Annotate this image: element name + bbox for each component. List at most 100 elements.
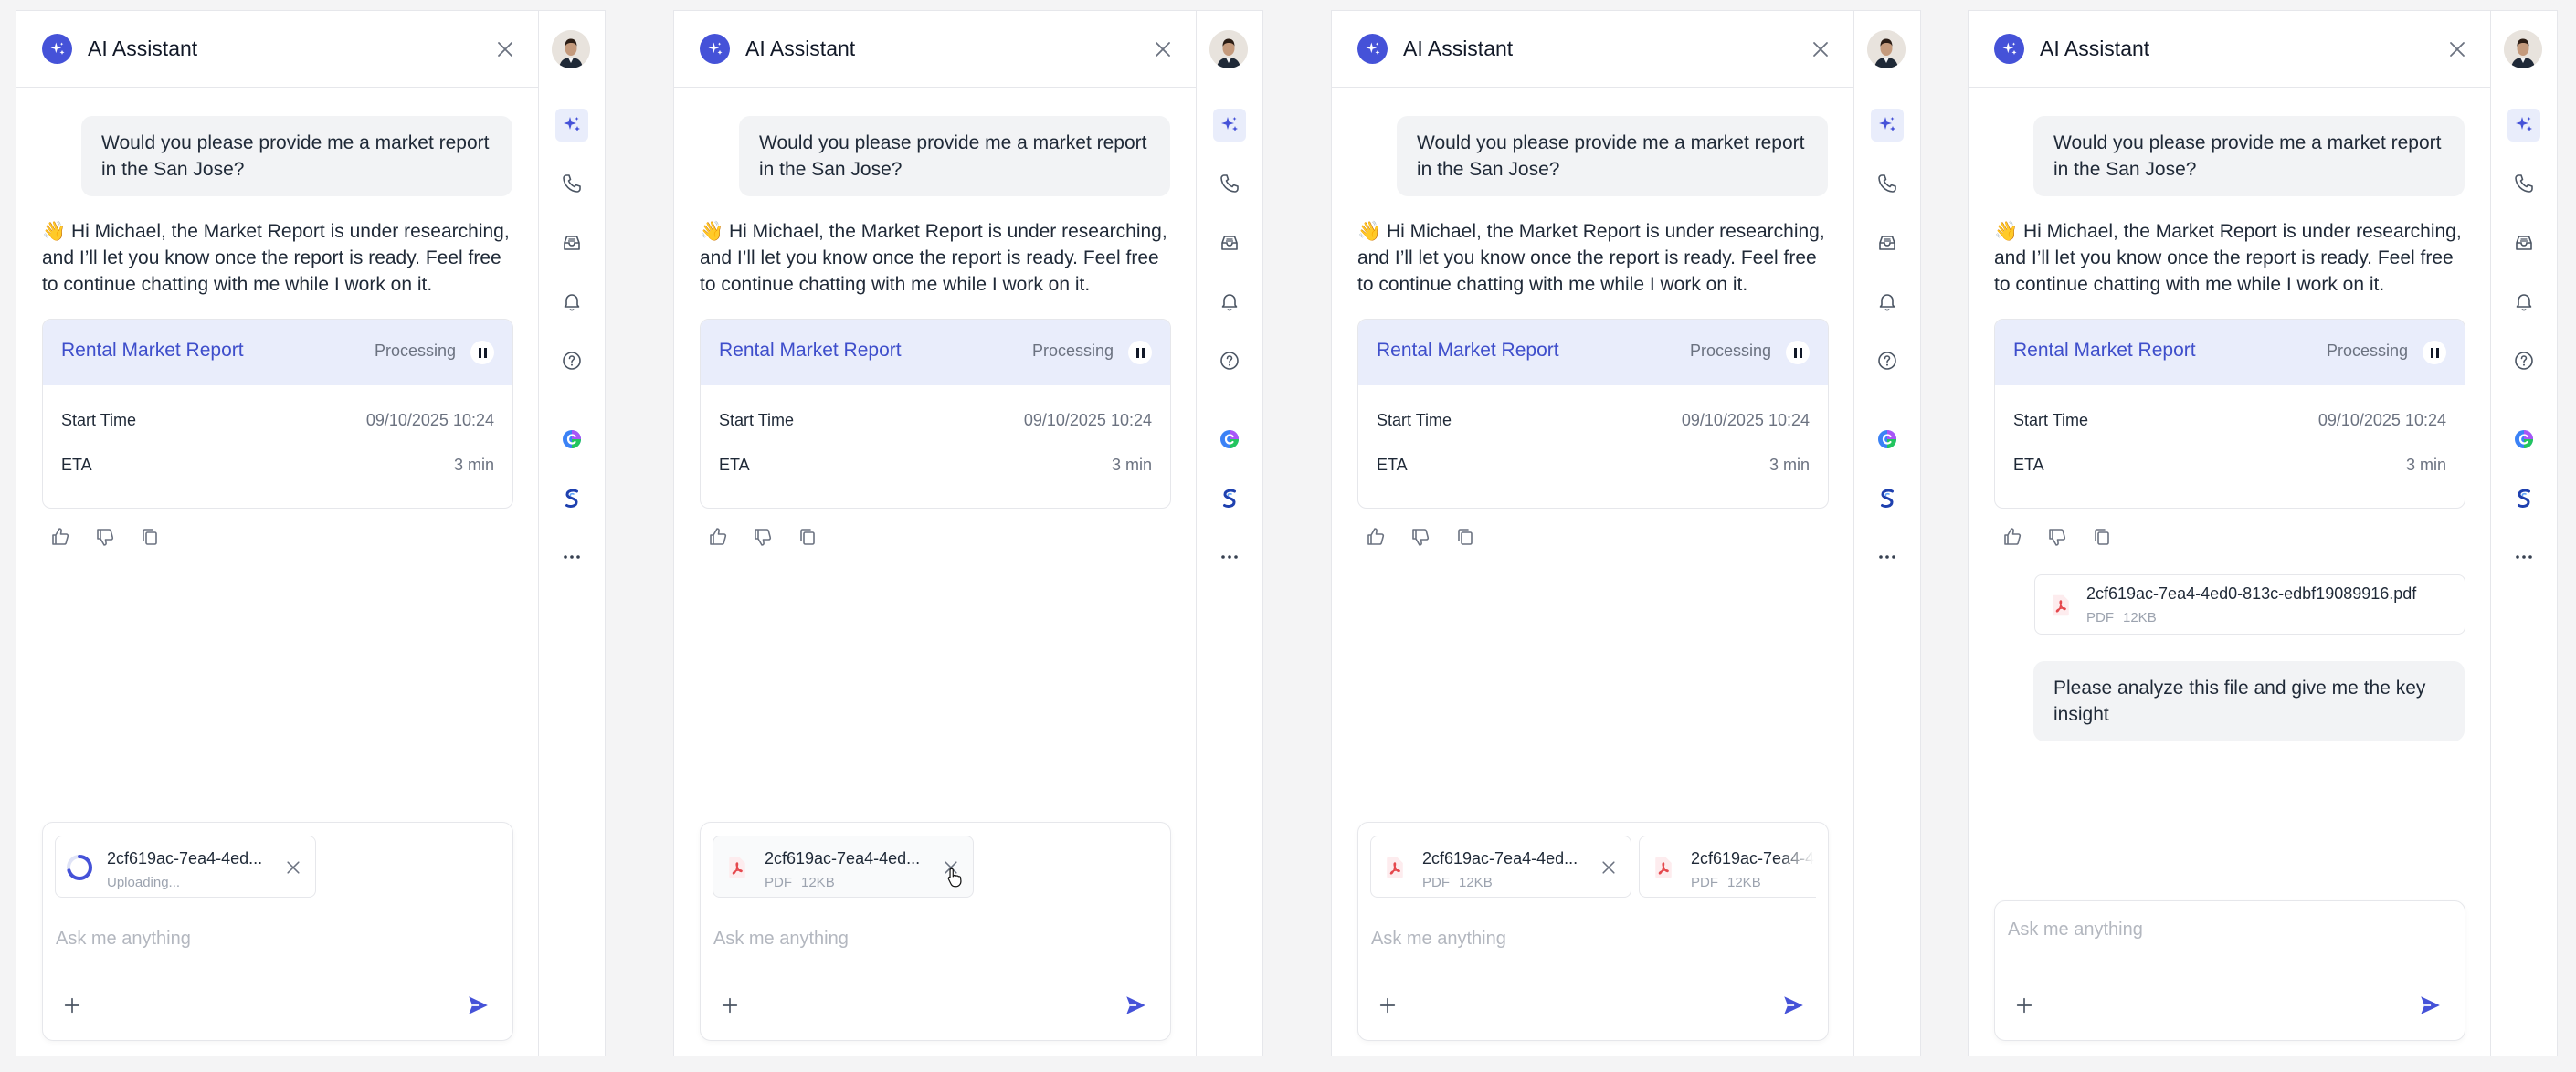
- chat-pane: AI Assistant Would you please provide me…: [1969, 11, 2491, 1056]
- report-status: Processing: [1031, 342, 1114, 360]
- avatar[interactable]: [2504, 30, 2542, 68]
- thumbs-down-icon[interactable]: [750, 524, 776, 550]
- copilot-app-icon[interactable]: [1871, 423, 1904, 456]
- phone-icon[interactable]: [555, 167, 588, 200]
- avatar[interactable]: [1867, 30, 1906, 68]
- sparkle-icon[interactable]: [1871, 109, 1904, 142]
- report-status-card[interactable]: Rental Market Report Processing Start Ti…: [700, 319, 1171, 509]
- s-app-icon[interactable]: [555, 482, 588, 515]
- thumbs-up-icon[interactable]: [1363, 524, 1388, 550]
- copy-icon[interactable]: [1452, 524, 1478, 550]
- pause-button[interactable]: [1128, 341, 1152, 364]
- thumbs-up-icon[interactable]: [705, 524, 731, 550]
- attachment-chip[interactable]: 2cf619ac-7ea4-4ed... PDF 12KB: [713, 836, 974, 898]
- add-attachment-icon[interactable]: [1377, 994, 1399, 1016]
- add-attachment-icon[interactable]: [719, 994, 741, 1016]
- start-time-label: Start Time: [2013, 411, 2089, 429]
- message-actions: [1363, 524, 1478, 550]
- avatar[interactable]: [552, 30, 590, 68]
- attachment-chips: 2cf619ac-7ea4-4ed... Uploading...: [55, 836, 501, 898]
- send-icon[interactable]: [465, 993, 491, 1018]
- remove-attachment-icon[interactable]: [1598, 857, 1620, 878]
- help-icon[interactable]: [555, 344, 588, 377]
- help-icon[interactable]: [2507, 344, 2540, 377]
- file-size: 12KB: [1459, 875, 1493, 890]
- s-app-icon[interactable]: [1871, 482, 1904, 515]
- message-input[interactable]: Ask me anything: [2008, 920, 2143, 941]
- message-input[interactable]: Ask me anything: [713, 929, 849, 950]
- send-icon[interactable]: [2417, 993, 2443, 1018]
- ai-logo-icon: [1357, 34, 1388, 64]
- bell-icon[interactable]: [2507, 285, 2540, 318]
- s-app-icon[interactable]: [2507, 482, 2540, 515]
- more-icon[interactable]: [1871, 541, 1904, 573]
- send-icon[interactable]: [1123, 993, 1148, 1018]
- more-icon[interactable]: [1213, 541, 1246, 573]
- report-title[interactable]: Rental Market Report: [2013, 340, 2196, 362]
- message-input[interactable]: Ask me anything: [1371, 929, 1506, 950]
- report-status-card[interactable]: Rental Market Report Processing Start Ti…: [1357, 319, 1829, 509]
- eta-value: 3 min: [1111, 456, 1152, 474]
- close-icon[interactable]: [2444, 37, 2470, 62]
- inbox-icon[interactable]: [1213, 226, 1246, 259]
- thumbs-down-icon[interactable]: [1408, 524, 1433, 550]
- report-status-card[interactable]: Rental Market Report Processing Start Ti…: [1994, 319, 2465, 509]
- sparkle-icon[interactable]: [2507, 109, 2540, 142]
- bell-icon[interactable]: [555, 285, 588, 318]
- message-input[interactable]: Ask me anything: [56, 929, 191, 950]
- phone-icon[interactable]: [1871, 167, 1904, 200]
- thumbs-up-icon[interactable]: [48, 524, 73, 550]
- chat-pane: AI Assistant Would you please provide me…: [1332, 11, 1854, 1056]
- inbox-icon[interactable]: [2507, 226, 2540, 259]
- phone-icon[interactable]: [2507, 167, 2540, 200]
- close-icon[interactable]: [1808, 37, 1833, 62]
- user-followup-bubble: Please analyze this file and give me the…: [2033, 661, 2465, 741]
- copilot-app-icon[interactable]: [2507, 423, 2540, 456]
- copy-icon[interactable]: [2089, 524, 2115, 550]
- help-icon[interactable]: [1871, 344, 1904, 377]
- copy-icon[interactable]: [137, 524, 163, 550]
- more-icon[interactable]: [2507, 541, 2540, 573]
- s-app-icon[interactable]: [1213, 482, 1246, 515]
- pause-button[interactable]: [2423, 341, 2446, 364]
- attachment-chip[interactable]: 2cf619ac-7ea4-4ed... PDF 12KB: [1370, 836, 1631, 898]
- attachment-name: 2cf619ac-7ea4-4ed...: [107, 849, 263, 867]
- bell-icon[interactable]: [1213, 285, 1246, 318]
- report-status-card[interactable]: Rental Market Report Processing Start Ti…: [42, 319, 513, 509]
- copy-icon[interactable]: [795, 524, 820, 550]
- sparkle-icon[interactable]: [1213, 109, 1246, 142]
- composer: Ask me anything: [1994, 900, 2465, 1041]
- help-icon[interactable]: [1213, 344, 1246, 377]
- send-icon[interactable]: [1780, 993, 1806, 1018]
- copilot-app-icon[interactable]: [555, 423, 588, 456]
- bell-icon[interactable]: [1871, 285, 1904, 318]
- attachment-chip-uploading: 2cf619ac-7ea4-4ed... Uploading...: [55, 836, 316, 898]
- inbox-icon[interactable]: [1871, 226, 1904, 259]
- thumbs-down-icon[interactable]: [92, 524, 118, 550]
- thumbs-up-icon[interactable]: [2000, 524, 2025, 550]
- report-title[interactable]: Rental Market Report: [61, 340, 244, 362]
- phone-icon[interactable]: [1213, 167, 1246, 200]
- report-status: Processing: [374, 342, 456, 360]
- pause-button[interactable]: [1786, 341, 1810, 364]
- close-icon[interactable]: [492, 37, 518, 62]
- pause-button[interactable]: [470, 341, 494, 364]
- ai-logo-icon: [700, 34, 730, 64]
- avatar[interactable]: [1209, 30, 1248, 68]
- add-attachment-icon[interactable]: [61, 994, 83, 1016]
- sparkle-icon[interactable]: [555, 109, 588, 142]
- report-title[interactable]: Rental Market Report: [1377, 340, 1559, 362]
- attachment-chip-second[interactable]: 2cf619ac-7ea4-4 PDF 12KB: [1639, 836, 1816, 898]
- add-attachment-icon[interactable]: [2013, 994, 2035, 1016]
- remove-attachment-icon[interactable]: [282, 857, 304, 878]
- file-type: PDF: [1691, 875, 1718, 890]
- report-title[interactable]: Rental Market Report: [719, 340, 902, 362]
- more-icon[interactable]: [555, 541, 588, 573]
- thumbs-down-icon[interactable]: [2044, 524, 2070, 550]
- inbox-icon[interactable]: [555, 226, 588, 259]
- sent-file-card[interactable]: 2cf619ac-7ea4-4ed0-813c-edbf19089916.pdf…: [2034, 574, 2465, 635]
- close-icon[interactable]: [1150, 37, 1176, 62]
- attachment-name: 2cf619ac-7ea4-4ed...: [1422, 849, 1578, 867]
- chat-header: AI Assistant: [16, 11, 538, 88]
- copilot-app-icon[interactable]: [1213, 423, 1246, 456]
